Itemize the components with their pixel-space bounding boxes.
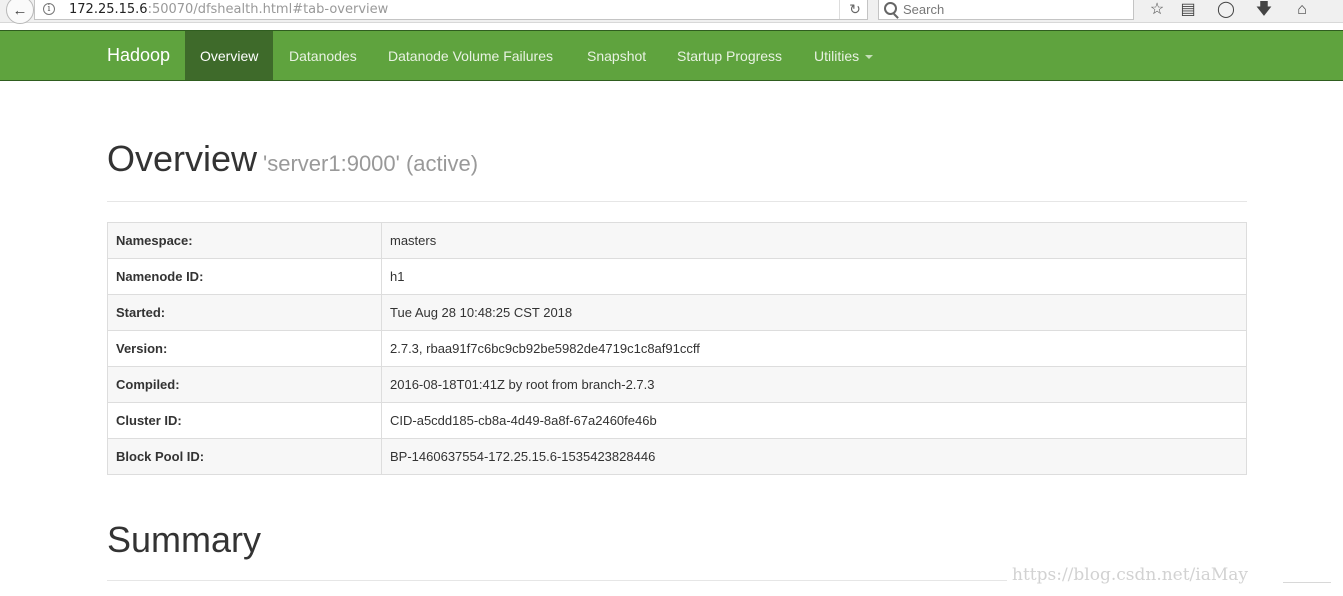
- search-icon: [884, 2, 897, 15]
- row-key: Version:: [107, 330, 382, 367]
- row-value: 2016-08-18T01:41Z by root from branch-2.…: [381, 366, 1247, 403]
- nav-utilities[interactable]: Utilities: [799, 31, 888, 80]
- search-input[interactable]: Search: [878, 0, 1134, 20]
- overview-table: Namespace: masters Namenode ID: h1 Start…: [107, 222, 1247, 475]
- table-row: Version: 2.7.3, rbaa91f7c6bc9cb92be5982d…: [107, 330, 1247, 367]
- overview-title: Overview: [107, 138, 258, 179]
- back-icon[interactable]: ←: [6, 0, 34, 24]
- divider: [107, 201, 1247, 202]
- nav-datanode-volume-failures[interactable]: Datanode Volume Failures: [373, 31, 568, 80]
- reload-icon[interactable]: ↻: [839, 0, 870, 19]
- caret-down-icon: [865, 55, 874, 60]
- row-value: Tue Aug 28 10:48:25 CST 2018: [381, 294, 1247, 331]
- nav-startup-progress[interactable]: Startup Progress: [662, 31, 797, 80]
- table-row: Namespace: masters: [107, 222, 1247, 259]
- nav-utilities-label: Utilities: [814, 48, 860, 64]
- table-row: Namenode ID: h1: [107, 258, 1247, 295]
- pocket-icon[interactable]: ◯: [1214, 0, 1238, 20]
- row-key: Block Pool ID:: [107, 438, 382, 475]
- watermark: https://blog.csdn.net/iaMay: [1012, 565, 1249, 585]
- url-path: :50070/dfshealth.html#tab-overview: [147, 2, 389, 17]
- table-row: Started: Tue Aug 28 10:48:25 CST 2018: [107, 294, 1247, 331]
- nav-snapshot[interactable]: Snapshot: [572, 31, 661, 80]
- table-row: Cluster ID: CID-a5cdd185-cb8a-4d49-8a8f-…: [107, 402, 1247, 439]
- row-key: Cluster ID:: [107, 402, 382, 439]
- url-text: 172.25.15.6:50070/dfshealth.html#tab-ove…: [69, 2, 388, 17]
- row-key: Compiled:: [107, 366, 382, 403]
- info-icon[interactable]: i: [43, 3, 55, 15]
- summary-title: Summary: [107, 519, 262, 560]
- watermark-underline: [1283, 582, 1331, 583]
- row-value: CID-a5cdd185-cb8a-4d49-8a8f-67a2460fe46b: [381, 402, 1247, 439]
- download-icon[interactable]: 🡇: [1252, 0, 1276, 20]
- bookmark-star-icon[interactable]: ☆: [1145, 0, 1169, 20]
- browser-toolbar: ← i 172.25.15.6:50070/dfshealth.html#tab…: [0, 0, 1343, 24]
- nav-datanodes[interactable]: Datanodes: [274, 31, 372, 80]
- row-value: BP-1460637554-172.25.15.6-1535423828446: [381, 438, 1247, 475]
- brand-logo[interactable]: Hadoop: [107, 31, 170, 80]
- navbar: Hadoop Overview Datanodes Datanode Volum…: [0, 30, 1343, 81]
- row-key: Started:: [107, 294, 382, 331]
- table-row: Compiled: 2016-08-18T01:41Z by root from…: [107, 366, 1247, 403]
- table-row: Block Pool ID: BP-1460637554-172.25.15.6…: [107, 438, 1247, 475]
- nav-overview[interactable]: Overview: [185, 31, 274, 80]
- row-key: Namespace:: [107, 222, 382, 259]
- row-value: 2.7.3, rbaa91f7c6bc9cb92be5982de4719c1c8…: [381, 330, 1247, 367]
- divider: [107, 580, 1007, 581]
- row-key: Namenode ID:: [107, 258, 382, 295]
- address-bar[interactable]: i 172.25.15.6:50070/dfshealth.html#tab-o…: [34, 0, 868, 20]
- reading-list-icon[interactable]: ▤: [1176, 0, 1200, 20]
- page-title: Overview'server1:9000' (active): [107, 138, 478, 180]
- overview-subtitle: 'server1:9000' (active): [263, 151, 479, 176]
- search-placeholder: Search: [903, 2, 945, 17]
- row-value: h1: [381, 258, 1247, 295]
- row-value: masters: [381, 222, 1247, 259]
- url-host: 172.25.15.6: [69, 2, 148, 17]
- home-icon[interactable]: ⌂: [1290, 0, 1314, 20]
